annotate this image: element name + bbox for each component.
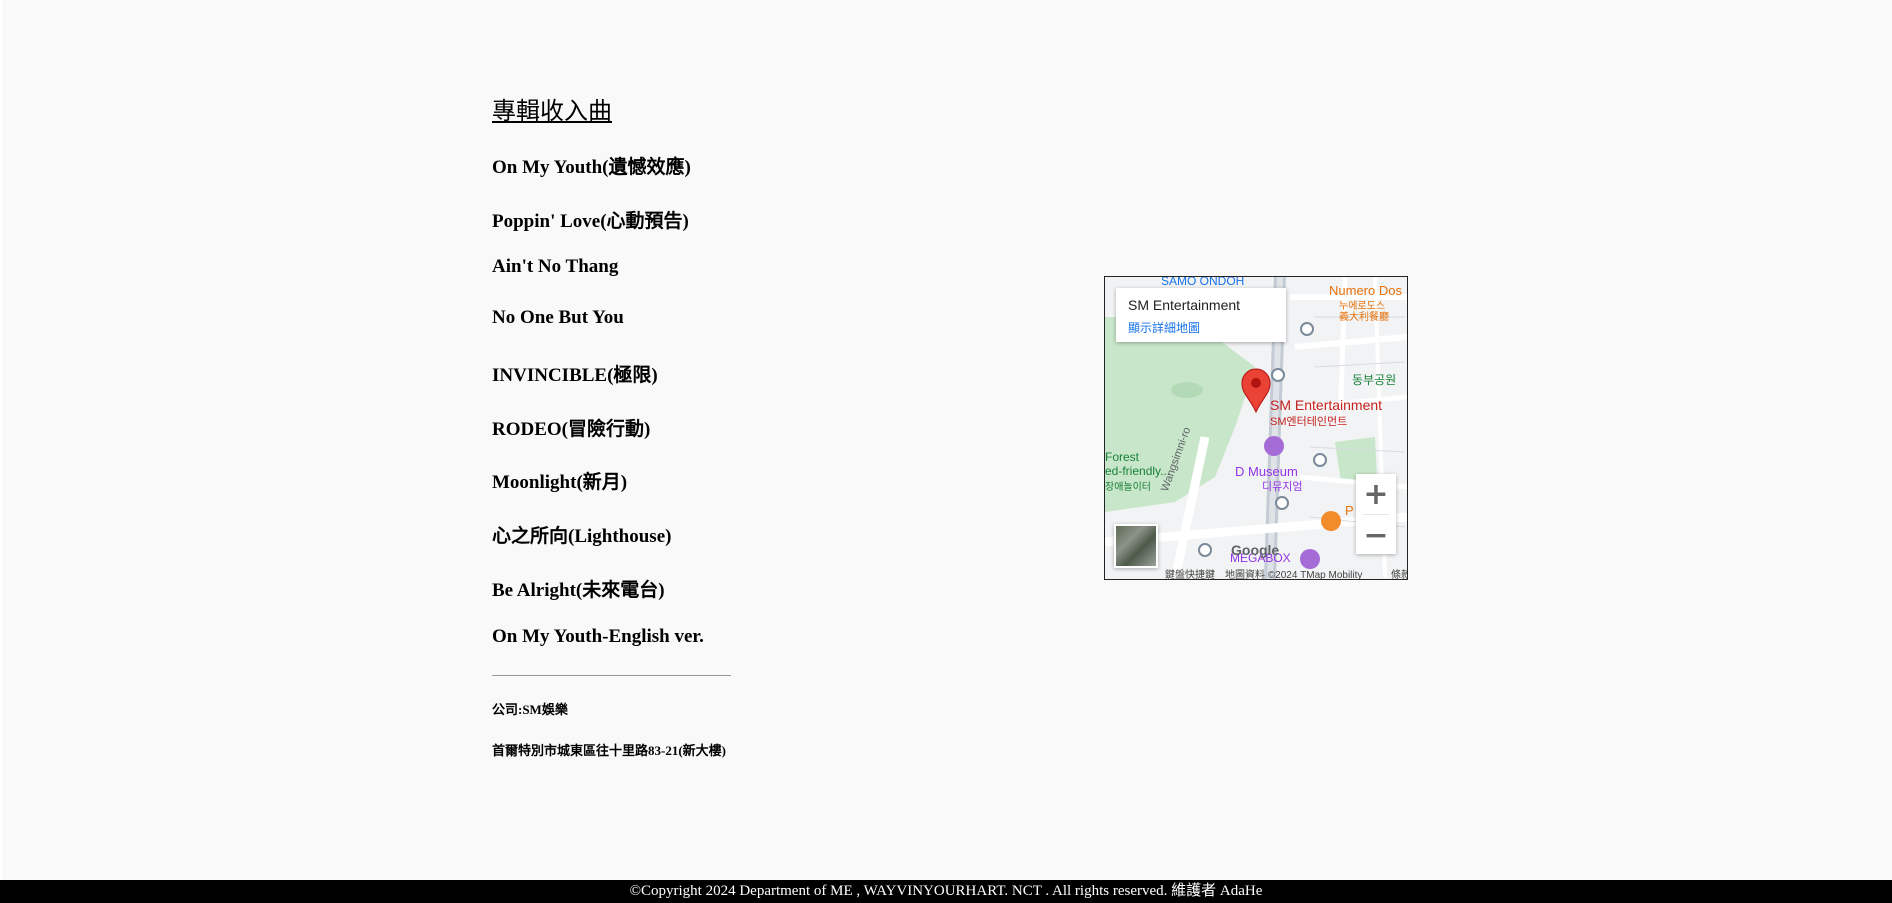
map-pin-label-korean: SM엔터테인먼트 bbox=[1270, 416, 1348, 428]
google-logo: Google bbox=[1231, 542, 1280, 558]
map-label-numero-cn: 義大利餐廳 bbox=[1339, 312, 1389, 323]
map-label-restaurant: P bbox=[1345, 503, 1354, 518]
map-label-numero: Numero Dos bbox=[1329, 283, 1402, 298]
keyboard-shortcuts-link[interactable]: 鍵盤快捷鍵 bbox=[1165, 566, 1215, 579]
track-item: On My Youth-English ver. bbox=[492, 626, 704, 647]
map-label-museum: D Museum bbox=[1235, 464, 1298, 479]
track-item: Poppin' Love(心動預告) bbox=[492, 211, 689, 232]
terms-link[interactable]: 條款 bbox=[1391, 566, 1407, 579]
track-item: INVINCIBLE(極限) bbox=[492, 365, 658, 386]
map-label-forest2: ed-friendly... bbox=[1105, 464, 1171, 478]
map-label-museum-ko: 디뮤지엄 bbox=[1262, 481, 1303, 493]
track-item: Be Alright(未來電台) bbox=[492, 580, 665, 601]
map-label-park: 동부공원 bbox=[1352, 373, 1397, 387]
place-card: SM Entertainment 顯示詳細地圖 bbox=[1116, 288, 1286, 342]
zoom-controls: + − bbox=[1356, 474, 1396, 554]
track-item: On My Youth(遺憾效應) bbox=[492, 157, 691, 178]
place-title: SM Entertainment bbox=[1128, 297, 1241, 313]
company-info: 公司:SM娛樂 bbox=[492, 702, 568, 717]
map-data-attribution: 地圖資料 ©2024 TMap Mobility bbox=[1225, 570, 1363, 580]
track-item: RODEO(冒險行動) bbox=[492, 419, 651, 440]
address-info: 首爾特別市城東區往十里路83-21(新大樓) bbox=[492, 743, 726, 758]
track-item: No One But You bbox=[492, 307, 624, 328]
track-item: 心之所向(Lighthouse) bbox=[492, 526, 672, 547]
embedded-map[interactable]: SAMO ONDOH Numero Dos 누에로도스 義大利餐廳 동부공원 S… bbox=[1104, 276, 1408, 580]
zoom-out-button[interactable]: − bbox=[1356, 515, 1396, 555]
map-attribution-bar: 鍵盤快捷鍵 地圖資料 ©2024 TMap Mobility 條款 bbox=[1163, 565, 1407, 579]
album-content: 專輯收入曲 On My Youth(遺憾效應) Poppin' Love(心動預… bbox=[492, 92, 1052, 758]
page-background: 專輯收入曲 On My Youth(遺憾效應) Poppin' Love(心動預… bbox=[2, 0, 1892, 880]
track-item: Ain't No Thang bbox=[492, 256, 619, 277]
map-label-samo: SAMO ONDOH bbox=[1161, 276, 1245, 288]
zoom-in-button[interactable]: + bbox=[1356, 474, 1396, 514]
map-label-forest3: 장애놀이터 bbox=[1105, 482, 1151, 493]
map-label-forest: Forest bbox=[1105, 450, 1140, 464]
map-pin-label: SM Entertainment bbox=[1270, 397, 1383, 413]
section-title: 專輯收入曲 bbox=[492, 97, 612, 125]
view-larger-map-link[interactable]: 顯示詳細地圖 bbox=[1128, 319, 1200, 336]
track-item: Moonlight(新月) bbox=[492, 472, 628, 493]
footer-copyright: ©Copyright 2024 Department of ME , WAYVI… bbox=[0, 880, 1892, 903]
satellite-layer-toggle[interactable] bbox=[1114, 524, 1158, 568]
divider bbox=[492, 675, 731, 676]
